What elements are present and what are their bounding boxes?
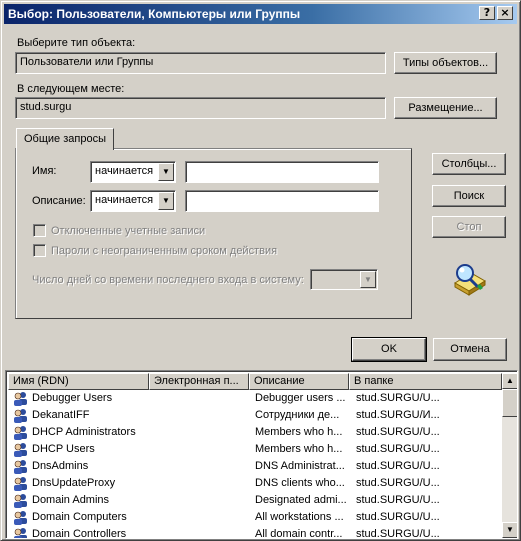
description-label: Описание: — [32, 195, 86, 207]
results-header: Имя (RDN) Электронная п... Описание В па… — [8, 373, 502, 390]
row-name: Domain Computers — [32, 511, 127, 523]
table-row[interactable]: Domain Controllers All domain contr... stu… — [8, 526, 502, 539]
description-input[interactable] — [185, 190, 379, 212]
row-folder: stud.SURGU/U... — [356, 528, 440, 539]
location-label: В следующем месте: — [17, 83, 125, 95]
table-row[interactable]: DnsUpdateProxy DNS clients who... stud.SUR… — [8, 475, 502, 492]
column-header-description[interactable]: Описание — [249, 373, 349, 390]
column-header-email[interactable]: Электронная п... — [149, 373, 249, 390]
row-description: DNS clients who... — [255, 477, 345, 489]
stop-button[interactable]: Стоп — [432, 216, 506, 238]
row-name: DHCP Administrators — [32, 426, 136, 438]
window-title: Выбор: Пользователи, Компьютеры или Груп… — [8, 7, 301, 21]
row-name: DnsAdmins — [32, 460, 89, 472]
table-row[interactable]: DnsAdmins DNS Administrat... stud.SURGU/U.… — [8, 458, 502, 475]
row-description: All workstations ... — [255, 511, 344, 523]
row-folder: stud.SURGU/U... — [356, 460, 440, 472]
object-type-field: Пользователи или Группы — [15, 52, 386, 74]
row-name: Domain Admins — [32, 494, 110, 506]
days-since-logon-select[interactable]: ▼ — [310, 269, 378, 290]
scroll-thumb[interactable] — [502, 389, 517, 417]
user-group-icon — [12, 476, 29, 491]
row-folder: stud.SURGU/И... — [356, 409, 440, 421]
row-name: Debugger Users — [32, 392, 113, 404]
row-folder: stud.SURGU/U... — [356, 426, 440, 438]
user-group-icon — [12, 391, 29, 406]
object-types-button[interactable]: Типы объектов... — [394, 52, 497, 74]
checkbox-box[interactable] — [33, 244, 46, 257]
scroll-up-button[interactable]: ▲ — [502, 373, 517, 389]
row-name: DnsUpdateProxy — [32, 477, 116, 489]
chevron-down-icon[interactable]: ▼ — [158, 192, 174, 210]
days-since-logon-label: Число дней со времени последнего входа в… — [32, 274, 304, 286]
row-folder: stud.SURGU/U... — [356, 494, 440, 506]
table-row[interactable]: DHCP Administrators Members who h... stud.… — [8, 424, 502, 441]
user-group-icon — [12, 527, 29, 538]
row-folder: stud.SURGU/U... — [356, 511, 440, 523]
non-expiring-password-label: Пароли с неограниченным сроком действия — [51, 245, 278, 257]
location-field: stud.surgu — [15, 97, 386, 119]
cancel-button[interactable]: Отмена — [433, 338, 507, 361]
chevron-down-icon[interactable]: ▼ — [158, 163, 174, 181]
locations-button[interactable]: Размещение... — [394, 97, 497, 119]
results-list[interactable]: Имя (RDN) Электронная п... Описание В па… — [5, 370, 518, 539]
select-users-dialog: Выбор: Пользователи, Компьютеры или Груп… — [0, 0, 521, 541]
column-header-folder[interactable]: В папке — [349, 373, 502, 390]
search-button[interactable]: Поиск — [432, 185, 506, 207]
user-group-icon — [12, 459, 29, 474]
user-group-icon — [12, 493, 29, 508]
description-mode-select[interactable]: начинается ▼ — [90, 190, 176, 212]
row-description: Members who h... — [255, 426, 343, 438]
row-description: Сотрудники де... — [255, 409, 340, 421]
table-row[interactable]: Debugger Users Debugger users ... stud.SUR… — [8, 390, 502, 407]
row-name: DekanatIFF — [32, 409, 90, 421]
user-group-icon — [12, 408, 29, 423]
column-header-name[interactable]: Имя (RDN) — [8, 373, 149, 390]
title-bar[interactable]: Выбор: Пользователи, Компьютеры или Груп… — [4, 4, 517, 24]
row-name: DHCP Users — [32, 443, 95, 455]
table-row[interactable]: DHCP Users Members who h... stud.SURGU/U..… — [8, 441, 502, 458]
table-row[interactable]: DekanatIFF Сотрудники де... stud.SURGU/И..… — [8, 407, 502, 424]
name-mode-select[interactable]: начинается ▼ — [90, 161, 176, 183]
user-group-icon — [12, 425, 29, 440]
magnifier-search-icon — [454, 264, 486, 296]
table-row[interactable]: Domain Computers All workstations ... stud… — [8, 509, 502, 526]
disabled-accounts-label: Отключенные учетные записи — [51, 225, 206, 237]
row-description: Debugger users ... — [255, 392, 346, 404]
user-group-icon — [12, 510, 29, 525]
name-input[interactable] — [185, 161, 379, 183]
row-folder: stud.SURGU/U... — [356, 392, 440, 404]
help-button[interactable]: ? — [479, 6, 495, 20]
object-type-label: Выберите тип объекта: — [17, 37, 136, 49]
ok-button[interactable]: OK — [351, 337, 427, 362]
chevron-down-icon[interactable]: ▼ — [360, 271, 376, 288]
columns-button[interactable]: Столбцы... — [432, 153, 506, 175]
name-label: Имя: — [32, 165, 57, 177]
description-mode-value: начинается — [95, 194, 154, 206]
scroll-down-button[interactable]: ▼ — [502, 522, 517, 538]
row-description: DNS Administrat... — [255, 460, 345, 472]
table-row[interactable]: Domain Admins Designated admi... stud.SURG… — [8, 492, 502, 509]
row-name: Domain Controllers — [32, 528, 127, 539]
user-group-icon — [12, 442, 29, 457]
row-folder: stud.SURGU/U... — [356, 477, 440, 489]
row-description: Designated admi... — [255, 494, 347, 506]
name-mode-value: начинается — [95, 165, 154, 177]
close-button[interactable]: × — [497, 6, 513, 20]
vertical-scrollbar[interactable]: ▲ ▼ — [502, 373, 517, 538]
row-folder: stud.SURGU/U... — [356, 443, 440, 455]
row-description: Members who h... — [255, 443, 343, 455]
disabled-accounts-checkbox[interactable]: Отключенные учетные записи — [33, 224, 205, 237]
row-description: All domain contr... — [255, 528, 343, 539]
tab-common-queries[interactable]: Общие запросы — [16, 128, 114, 150]
non-expiring-password-checkbox[interactable]: Пароли с неограниченным сроком действия — [33, 244, 277, 257]
checkbox-box[interactable] — [33, 224, 46, 237]
